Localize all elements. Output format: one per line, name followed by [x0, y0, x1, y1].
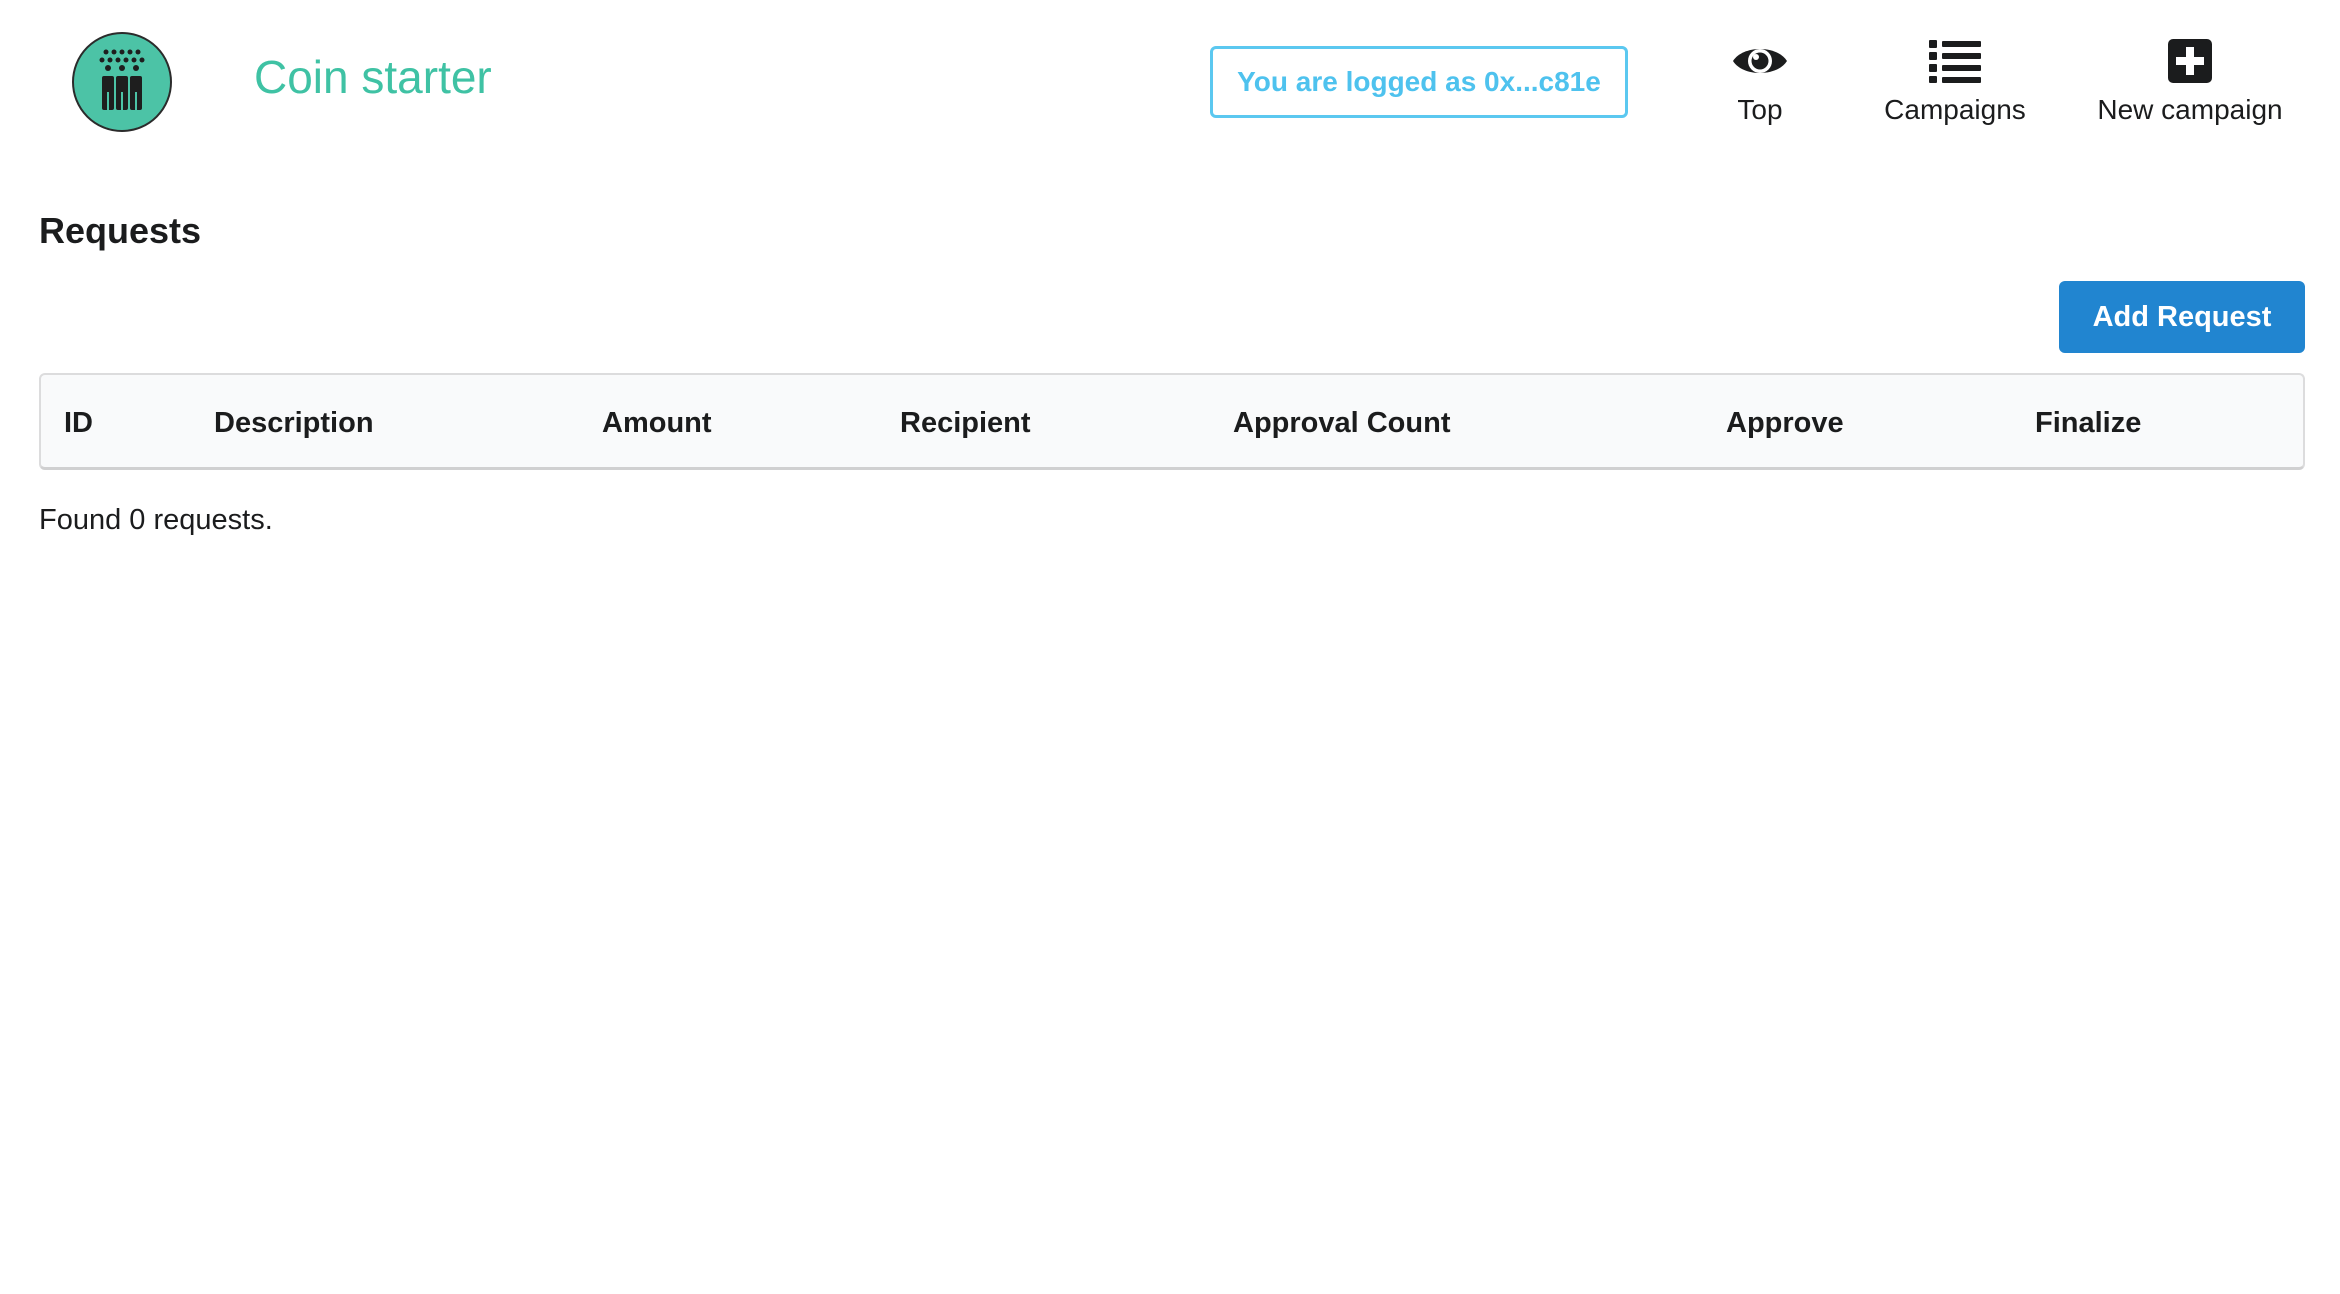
- page: Coin starter You are logged as 0x...c81e…: [0, 0, 2340, 1294]
- column-header-recipient: Recipient: [900, 407, 1031, 439]
- brand-name[interactable]: Coin starter: [254, 54, 492, 100]
- column-header-approve: Approve: [1726, 407, 1844, 439]
- nav-new-campaign-label: New campaign: [2097, 94, 2283, 125]
- column-header-id: ID: [64, 407, 93, 439]
- requests-table: ID Description Amount Recipient Approval…: [39, 373, 2305, 470]
- logo-icon[interactable]: [72, 32, 172, 132]
- plus-square-icon: [2168, 36, 2212, 86]
- page-title: Requests: [39, 210, 202, 251]
- results-count: Found 0 requests.: [39, 504, 273, 536]
- nav-top[interactable]: Top: [1710, 36, 1810, 126]
- nav-campaigns[interactable]: Campaigns: [1880, 36, 2030, 126]
- nav-top-label: Top: [1737, 94, 1783, 125]
- login-status: You are logged as 0x...c81e: [1210, 46, 1628, 118]
- column-header-description: Description: [214, 407, 374, 439]
- nav-campaigns-label: Campaigns: [1884, 94, 2026, 125]
- nav-new-campaign[interactable]: New campaign: [2090, 36, 2290, 126]
- add-request-button[interactable]: Add Request: [2059, 281, 2305, 353]
- list-icon: [1929, 36, 1981, 86]
- column-header-amount: Amount: [602, 407, 712, 439]
- eye-icon: [1731, 36, 1789, 86]
- column-header-finalize: Finalize: [2035, 407, 2142, 439]
- column-header-approval-count: Approval Count: [1233, 407, 1451, 439]
